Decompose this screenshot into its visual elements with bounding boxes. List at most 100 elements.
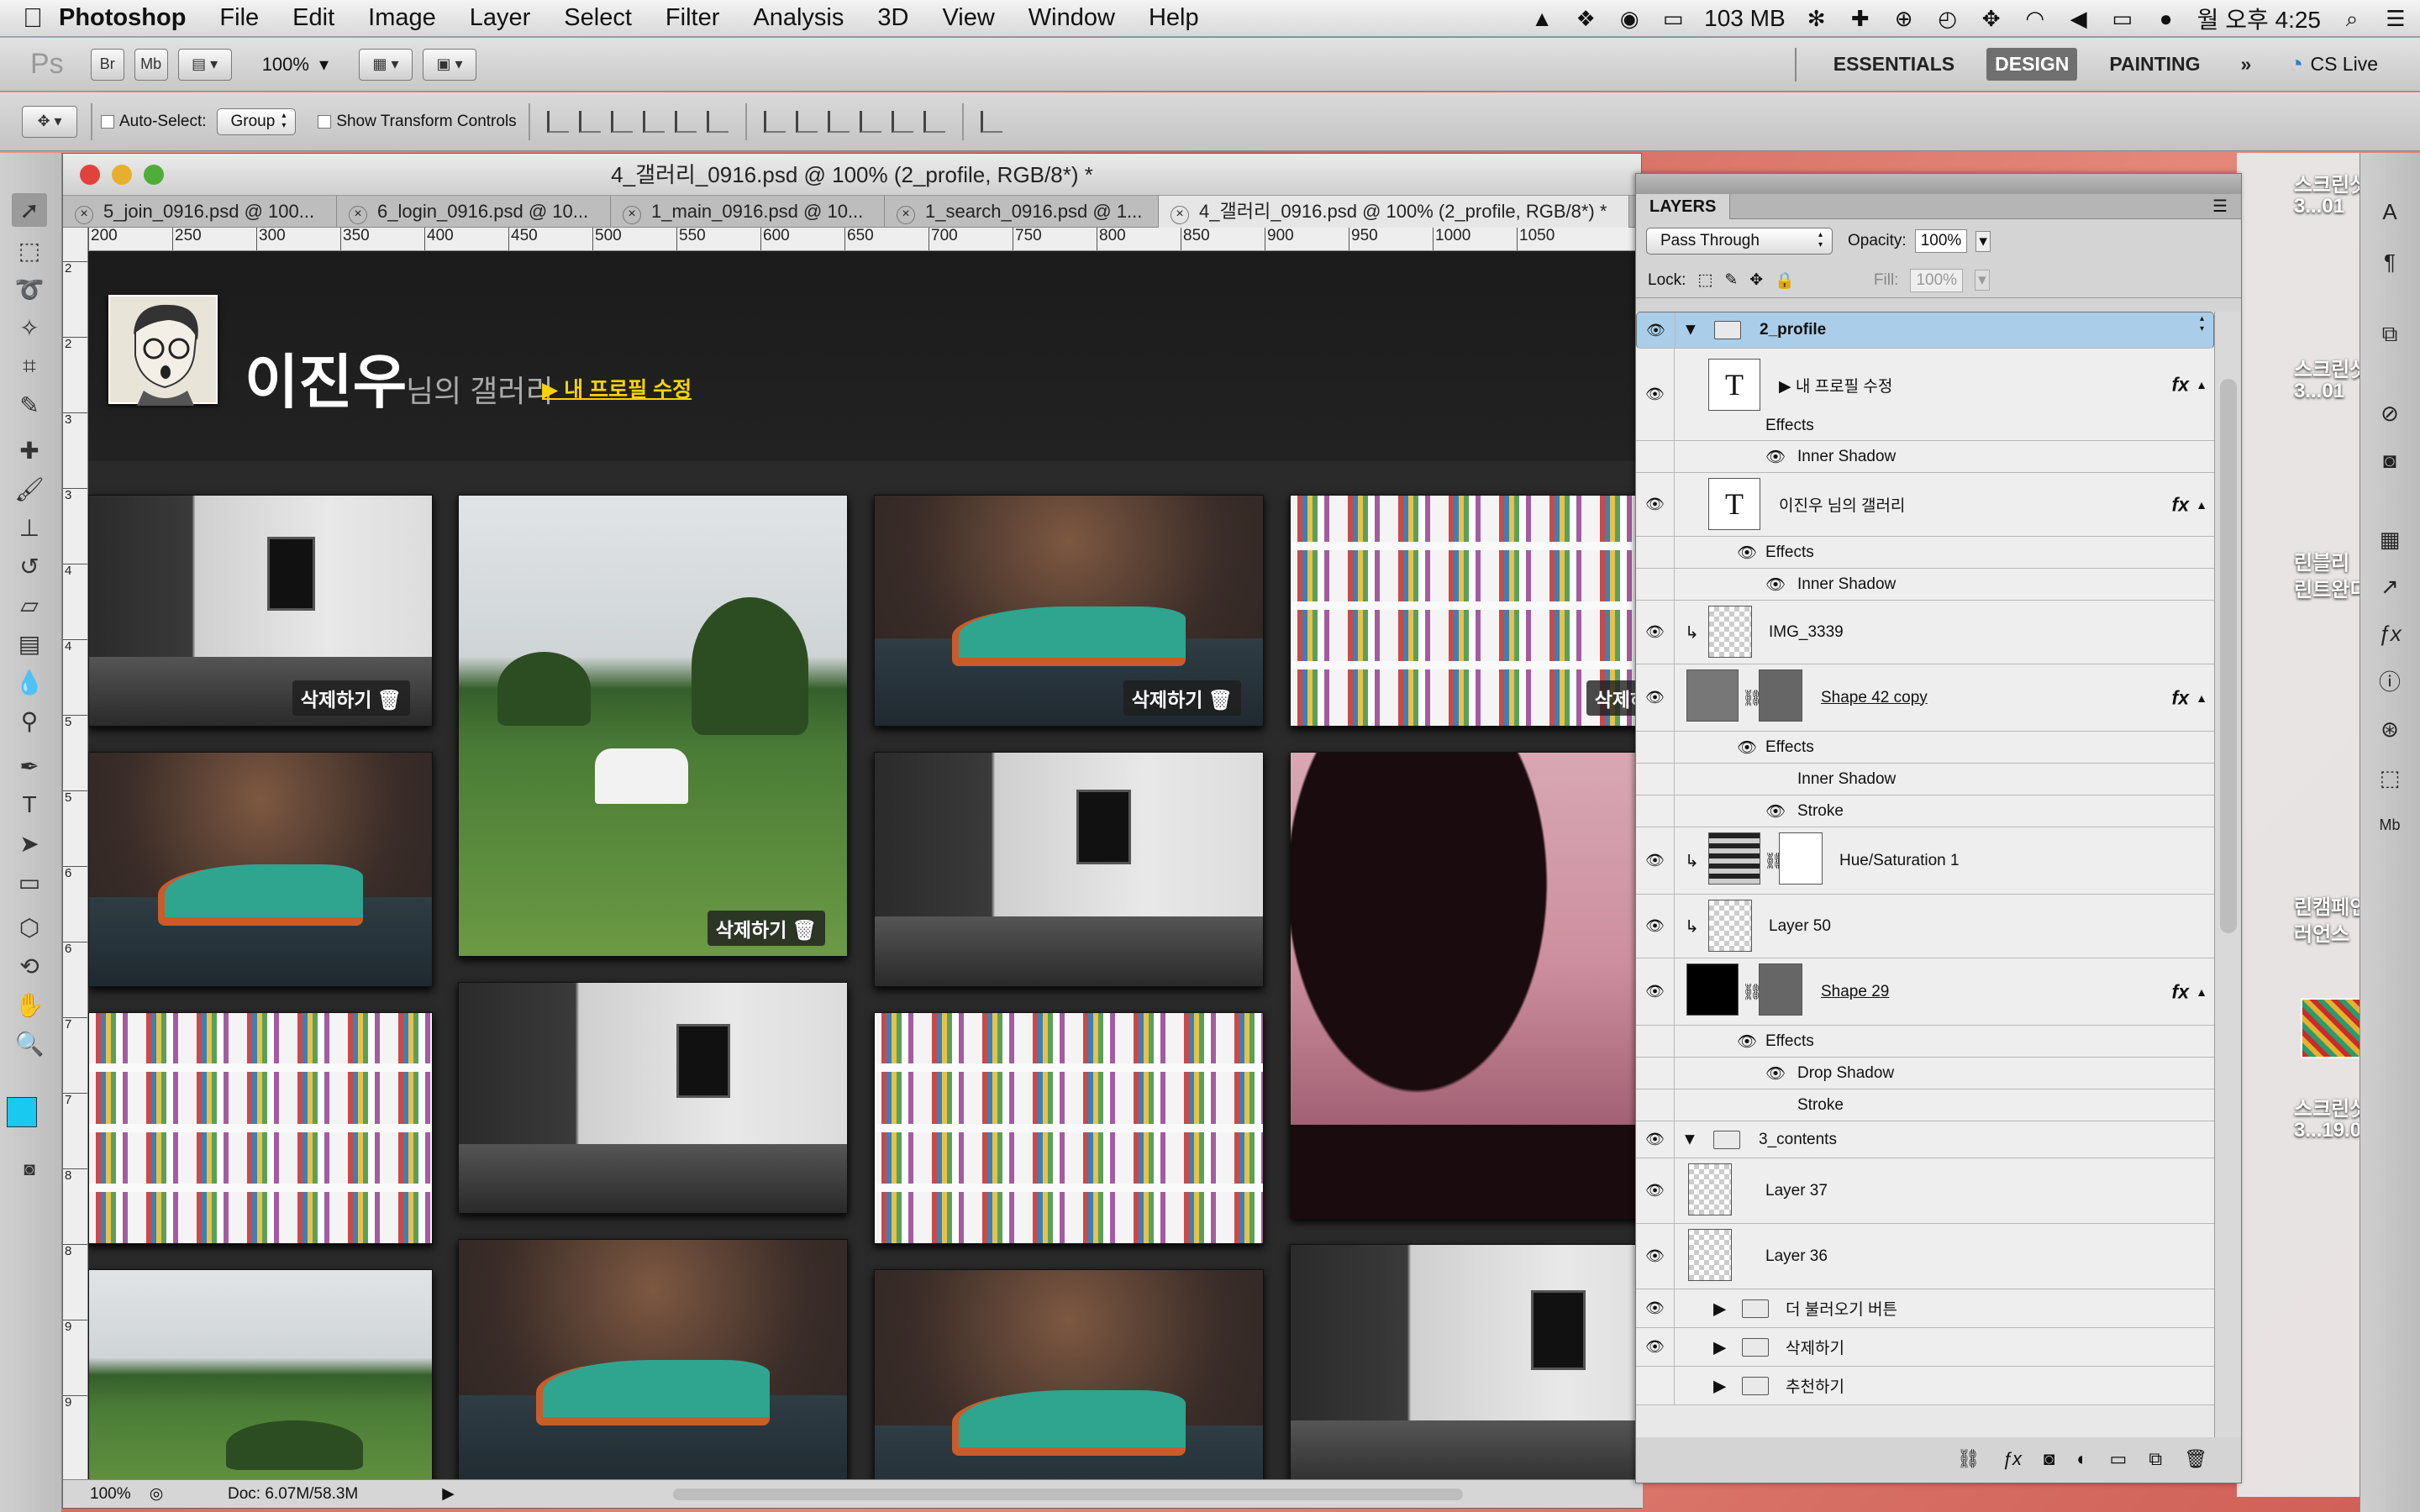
new-adjustment-icon[interactable]: ◐: [2076, 1448, 2087, 1470]
align-left-icon[interactable]: [642, 110, 665, 133]
effect-row[interactable]: 👁 Inner Shadow: [1636, 569, 2214, 601]
plus-icon[interactable]: ✚: [1848, 6, 1873, 31]
lock-all-icon[interactable]: 🔒: [1775, 270, 1795, 291]
align-bottom-icon[interactable]: [610, 110, 633, 133]
brush-tool-icon[interactable]: 🖌: [12, 472, 47, 506]
screen-mode-button[interactable]: ▣ ▾: [423, 48, 477, 81]
gallery-thumbnail[interactable]: 삭제하기 🗑: [88, 495, 433, 727]
fill-dropdown-icon[interactable]: ▾: [1975, 270, 1990, 291]
gallery-thumbnail[interactable]: 삭제하기 🗑: [1290, 495, 1643, 727]
fx-icon[interactable]: fx: [2172, 493, 2189, 516]
clock[interactable]: 월 오후 4:25: [2197, 2, 2321, 35]
blur-tool-icon[interactable]: 💧: [12, 665, 47, 699]
desktop-file-label[interactable]: 스크린샷: [2294, 353, 2368, 382]
mini-bridge-button[interactable]: Mb: [134, 48, 168, 81]
layer-row[interactable]: 👁 ⛓ Shape 29 fx ▲: [1636, 958, 2214, 1026]
apple-icon[interactable]: : [0, 3, 47, 34]
eye-icon[interactable]: 👁: [1636, 349, 1675, 440]
lock-transparency-icon[interactable]: ⬚: [1697, 270, 1712, 290]
gallery-thumbnail[interactable]: [458, 982, 848, 1214]
bridge-button[interactable]: Br: [90, 48, 124, 81]
effect-row[interactable]: 👁 Drop Shadow: [1636, 1058, 2214, 1089]
eye-icon[interactable]: 👁: [1636, 895, 1675, 958]
extras-menu-button[interactable]: ▤ ▾: [177, 48, 232, 81]
desktop-file-label[interactable]: 스크린샷: [2294, 1092, 2368, 1121]
character-panel-icon[interactable]: A: [2372, 195, 2407, 228]
gallery-thumbnail[interactable]: [874, 1012, 1264, 1244]
clone-stamp-icon[interactable]: ⊥: [12, 511, 47, 544]
add-mask-icon[interactable]: ◙: [2044, 1448, 2054, 1470]
h-scrollbar[interactable]: [672, 1488, 1463, 1500]
menu-view[interactable]: View: [925, 4, 1011, 32]
menu-help[interactable]: Help: [1132, 4, 1216, 32]
expand-arrow-icon[interactable]: ▶: [1713, 1336, 1726, 1357]
layer-row[interactable]: 👁 ↳ ⛓ Hue/Saturation 1: [1636, 827, 2214, 895]
effect-row[interactable]: 👁 Inner Shadow: [1636, 441, 2214, 473]
panel-titlebar[interactable]: [1636, 174, 2241, 194]
layer-row[interactable]: 👁 ⛓ Shape 42 copy fx ▲: [1636, 664, 2214, 732]
add-style-icon[interactable]: ƒx: [2002, 1448, 2022, 1470]
distribute-left-icon[interactable]: [859, 110, 881, 133]
eraser-tool-icon[interactable]: ▱: [12, 588, 47, 622]
expand-arrow-icon[interactable]: ▶: [1713, 1298, 1726, 1319]
3d-orbit-icon[interactable]: ⟲: [12, 949, 47, 983]
effect-eye-icon[interactable]: 👁: [1765, 795, 1786, 827]
show-transform-checkbox[interactable]: [318, 114, 332, 129]
lock-pixels-icon[interactable]: ✎: [1724, 270, 1738, 290]
layer-row[interactable]: 👁 T 이진우 님의 갤러리 fx ▲: [1636, 473, 2214, 537]
battery-icon[interactable]: ▭: [2110, 6, 2135, 31]
pen-tool-icon[interactable]: ✒: [12, 749, 47, 783]
effect-row[interactable]: 👁 Stroke: [1636, 795, 2214, 827]
expand-arrow-icon[interactable]: ▼: [1682, 321, 1699, 340]
lock-position-icon[interactable]: ✥: [1749, 270, 1763, 290]
menu-select[interactable]: Select: [547, 4, 649, 32]
effect-row[interactable]: Inner Shadow: [1636, 764, 2214, 795]
opacity-dropdown-icon[interactable]: ▾: [1975, 230, 1991, 252]
fx-icon[interactable]: fx: [2172, 686, 2189, 709]
layers-scrollbar[interactable]: [2214, 312, 2241, 1437]
menu-3d[interactable]: 3D: [860, 4, 925, 32]
layer-row[interactable]: 👁 ▼ 2_profile: [1636, 312, 2214, 349]
hand-tool-icon[interactable]: ✋: [12, 988, 47, 1021]
type-tool-icon[interactable]: T: [12, 788, 47, 822]
input-flag-icon[interactable]: ●: [2154, 6, 2179, 31]
eye-icon[interactable]: 👁: [1636, 664, 1675, 731]
effect-eye-icon[interactable]: 👁: [1765, 441, 1786, 472]
layer-row[interactable]: 👁 ↳ IMG_3339: [1636, 601, 2214, 664]
dropbox-icon[interactable]: ❖: [1573, 6, 1598, 31]
close-icon[interactable]: ×: [1171, 206, 1189, 224]
effect-row[interactable]: Stroke: [1636, 1089, 2214, 1121]
document-canvas[interactable]: 이진우 님의 갤러리 ▶ 내 프로필 수정 삭제하기 🗑 삭제하기 🗑 삭제하기…: [88, 251, 1643, 1479]
distribute-vcenter-icon[interactable]: [795, 110, 818, 133]
history-brush-icon[interactable]: ↺: [12, 549, 47, 583]
layer-row[interactable]: 👁 Layer 36: [1636, 1224, 2214, 1289]
delete-button[interactable]: 삭제하기 🗑: [1123, 680, 1241, 716]
path-select-icon[interactable]: ➤: [12, 827, 47, 860]
desktop-file-label[interactable]: 3...01: [2294, 195, 2344, 218]
fx-icon[interactable]: fx: [2172, 980, 2189, 1003]
accessibility-icon[interactable]: ⊕: [1891, 6, 1917, 31]
workspace-more-button[interactable]: »: [2233, 48, 2260, 81]
eye-icon[interactable]: 👁: [1636, 1158, 1675, 1223]
brush-presets-icon[interactable]: ⊘: [2372, 396, 2407, 430]
effect-eye-icon[interactable]: 👁: [1737, 1026, 1757, 1057]
gradient-tool-icon[interactable]: ▤: [12, 627, 47, 660]
layer-row[interactable]: 👁 T ▶ 내 프로필 수정 fx ▲ Effects: [1636, 349, 2214, 441]
menu-window[interactable]: Window: [1012, 4, 1132, 32]
move-icon[interactable]: ✥: [1979, 6, 2004, 31]
effect-eye-icon[interactable]: 👁: [1737, 732, 1757, 763]
clone-source-icon[interactable]: ⧉: [2372, 318, 2407, 351]
layer-row[interactable]: ▶ 추천하기: [1636, 1367, 2214, 1405]
time-machine-icon[interactable]: ◴: [1935, 6, 1960, 31]
channels-panel-icon[interactable]: ⊛: [2372, 712, 2407, 746]
distribute-right-icon[interactable]: [923, 110, 945, 133]
effect-eye-icon[interactable]: 👁: [1737, 537, 1757, 568]
styles-panel-icon[interactable]: ƒx: [2372, 617, 2407, 650]
delete-button[interactable]: 삭제하기 🗑: [707, 911, 825, 946]
shape-tool-icon[interactable]: ▭: [12, 865, 47, 899]
desktop-file-thumbnail[interactable]: [2301, 998, 2366, 1058]
gallery-thumbnail[interactable]: [1290, 752, 1643, 1219]
move-tool-icon[interactable]: ➚: [12, 193, 47, 227]
expand-arrow-icon[interactable]: ▼: [1681, 1130, 1698, 1149]
align-hcenter-icon[interactable]: [674, 110, 697, 133]
